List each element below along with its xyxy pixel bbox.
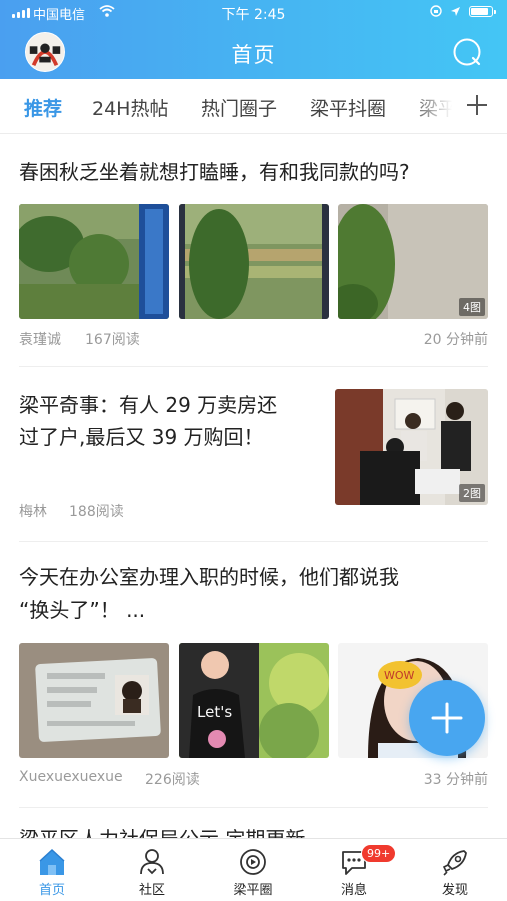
- home-icon: [39, 848, 65, 875]
- tab-liangping-douquan[interactable]: 梁平抖圈: [310, 94, 386, 121]
- divider: [19, 541, 488, 542]
- post-title: 春困秋乏坐着就想打瞌睡，有和我同款的吗?: [19, 160, 410, 184]
- battery-icon: [469, 5, 496, 17]
- post-image: 4图: [338, 204, 488, 319]
- rocket-icon: [442, 850, 467, 876]
- post-title-line: “换头了”！ ...: [19, 598, 146, 622]
- nav-label: 消息: [340, 883, 367, 898]
- nav-label: 梁平圈: [233, 883, 273, 898]
- page-title: 首页: [231, 43, 276, 67]
- tab-hot-circles[interactable]: 热门圈子: [201, 94, 277, 121]
- post-title-line: 梁平奇事：有人 29 万卖房还: [19, 393, 278, 417]
- post-title-line: 过了户,最后又 39 万购回！: [19, 425, 264, 449]
- status-bar: 中国电信 下午 2:45: [0, 0, 507, 26]
- nav-label: 社区: [138, 883, 165, 898]
- post-image: [19, 204, 169, 319]
- nav-community[interactable]: 社区: [102, 839, 202, 901]
- nav-messages[interactable]: 99+ 消息: [304, 839, 404, 901]
- add-tab-icon[interactable]: [462, 87, 492, 121]
- rotation-lock-icon: [430, 5, 442, 17]
- nav-home[interactable]: 首页: [2, 839, 102, 901]
- post-image: Let's: [179, 643, 329, 758]
- post-time: 33 分钟前: [423, 772, 488, 788]
- search-icon[interactable]: [452, 37, 482, 67]
- app-header: 中国电信 下午 2:45 首页: [0, 0, 507, 79]
- tab-24h-hot[interactable]: 24H热帖: [92, 94, 168, 121]
- divider: [19, 366, 488, 367]
- post-author: 袁瑾诚: [19, 332, 61, 348]
- post-read-count: 167阅读: [85, 332, 140, 348]
- post-author: Xuexuexuexue: [19, 769, 123, 785]
- post-time: 20 分钟前: [423, 332, 488, 348]
- nav-discover[interactable]: 发现: [405, 839, 505, 901]
- svg-text:Let's: Let's: [197, 703, 232, 721]
- nav-label: 首页: [38, 883, 65, 898]
- post-image: 2图: [335, 389, 488, 505]
- post-image: [19, 643, 169, 758]
- post-read-count: 226阅读: [145, 772, 200, 788]
- image-count-badge: 4图: [459, 298, 485, 316]
- community-icon: [140, 849, 164, 875]
- image-count-badge: 2图: [459, 484, 485, 502]
- plus-icon: [431, 702, 463, 734]
- location-icon: [451, 6, 460, 16]
- post-read-count: 188阅读: [69, 504, 124, 520]
- circle-icon: [240, 849, 266, 875]
- category-tabs: 推荐 24H热帖 热门圈子 梁平抖圈 梁平: [0, 79, 507, 134]
- unread-badge: 99+: [361, 844, 397, 863]
- tab-fade-overlay: [408, 79, 460, 132]
- bottom-navigation: 首页 社区 梁平圈 99+ 消息 发现: [0, 838, 507, 901]
- post-author: 梅林: [19, 504, 47, 520]
- nav-label: 发现: [441, 883, 468, 898]
- post-title-line: 今天在办公室办理入职的时候，他们都说我: [19, 565, 399, 589]
- divider: [19, 807, 488, 808]
- post-image: [179, 204, 329, 319]
- tab-recommend[interactable]: 推荐: [24, 94, 62, 121]
- nav-liangping-circle[interactable]: 梁平圈: [203, 839, 303, 901]
- create-post-button[interactable]: [409, 680, 485, 756]
